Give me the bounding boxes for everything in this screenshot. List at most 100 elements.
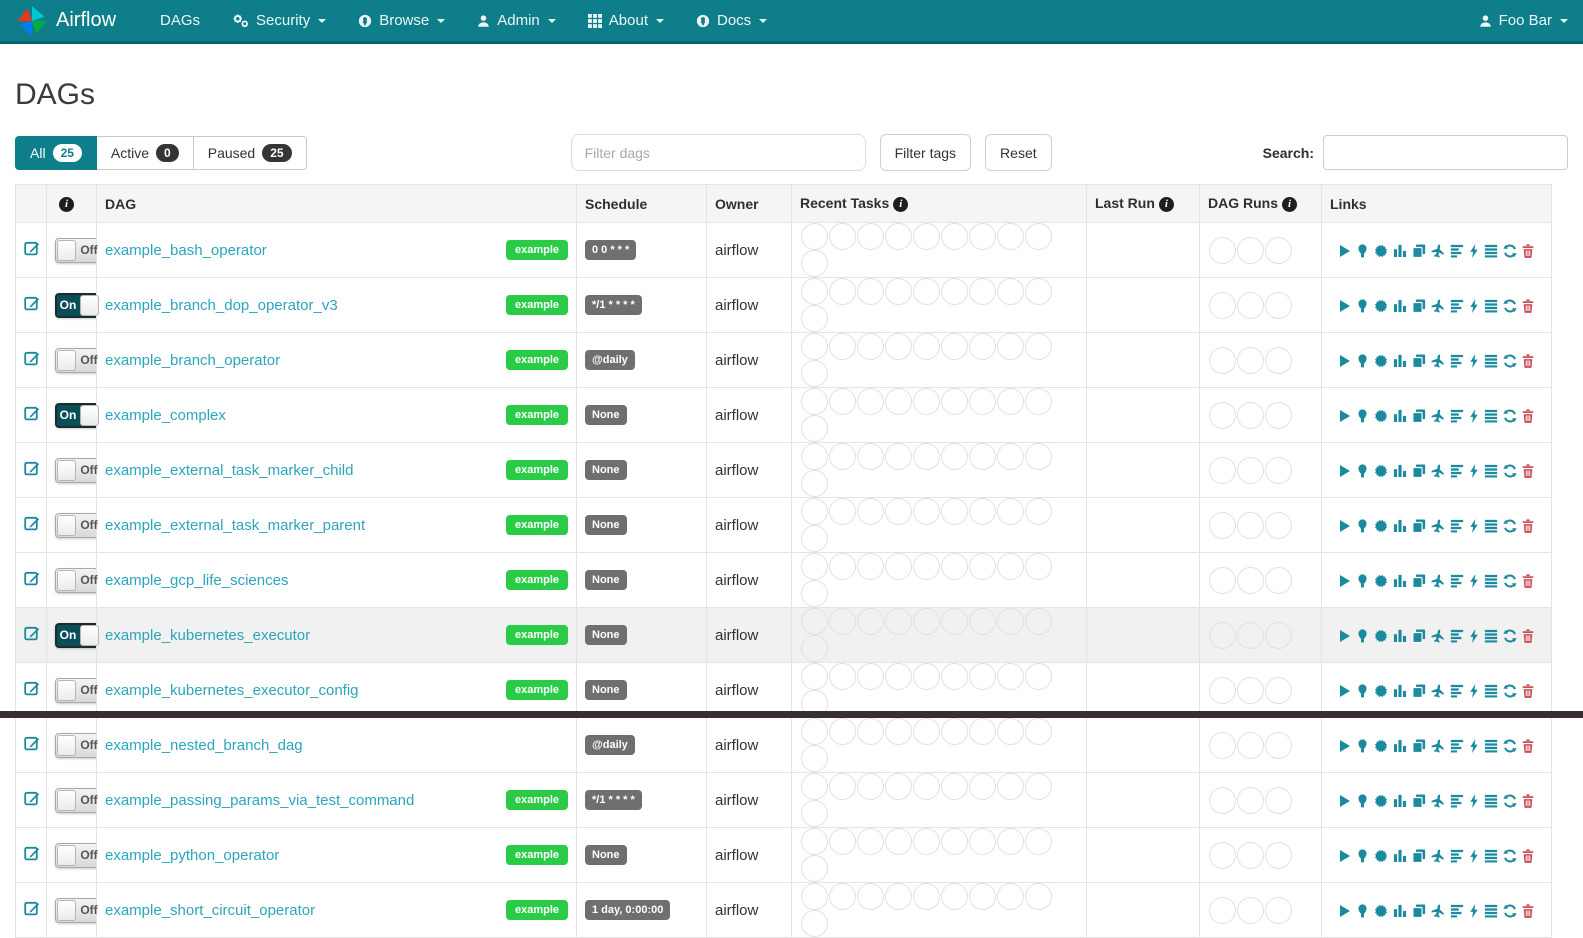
- dag-pause-toggle[interactable]: On: [55, 623, 102, 648]
- edit-dag-icon[interactable]: [24, 680, 40, 696]
- refresh-icon[interactable]: [1503, 849, 1517, 863]
- lightning-icon[interactable]: [1469, 354, 1479, 368]
- dag-name-link[interactable]: example_kubernetes_executor: [105, 627, 506, 644]
- bar-chart-icon[interactable]: [1393, 904, 1407, 917]
- bar-chart-icon[interactable]: [1393, 519, 1407, 532]
- play-icon[interactable]: [1339, 244, 1351, 258]
- plane-icon[interactable]: [1431, 299, 1445, 313]
- gantt-icon[interactable]: [1450, 684, 1464, 698]
- dag-pause-toggle[interactable]: Off: [55, 238, 102, 263]
- play-icon[interactable]: [1339, 794, 1351, 808]
- list-icon[interactable]: [1484, 629, 1498, 643]
- bar-chart-icon[interactable]: [1393, 629, 1407, 642]
- play-icon[interactable]: [1339, 849, 1351, 863]
- tree-icon[interactable]: [1356, 354, 1369, 368]
- nav-item-browse[interactable]: Browse: [342, 0, 461, 41]
- refresh-icon[interactable]: [1503, 684, 1517, 698]
- starburst-icon[interactable]: [1374, 299, 1388, 313]
- play-icon[interactable]: [1339, 299, 1351, 313]
- dag-tag-badge[interactable]: example: [506, 460, 568, 480]
- tree-icon[interactable]: [1356, 739, 1369, 753]
- filter-dags-input[interactable]: [571, 134, 866, 171]
- starburst-icon[interactable]: [1374, 904, 1388, 918]
- user-menu[interactable]: Foo Bar: [1479, 12, 1568, 29]
- bar-chart-icon[interactable]: [1393, 409, 1407, 422]
- gantt-icon[interactable]: [1450, 409, 1464, 423]
- list-icon[interactable]: [1484, 519, 1498, 533]
- dag-name-link[interactable]: example_branch_operator: [105, 352, 506, 369]
- lightning-icon[interactable]: [1469, 629, 1479, 643]
- tree-icon[interactable]: [1356, 904, 1369, 918]
- play-icon[interactable]: [1339, 519, 1351, 533]
- gantt-icon[interactable]: [1450, 794, 1464, 808]
- starburst-icon[interactable]: [1374, 684, 1388, 698]
- list-icon[interactable]: [1484, 299, 1498, 313]
- dag-pause-toggle[interactable]: On: [55, 293, 102, 318]
- dag-tag-badge[interactable]: example: [506, 295, 568, 315]
- search-input[interactable]: [1323, 135, 1568, 170]
- edit-dag-icon[interactable]: [24, 790, 40, 806]
- bar-chart-icon[interactable]: [1393, 574, 1407, 587]
- edit-dag-icon[interactable]: [24, 735, 40, 751]
- play-icon[interactable]: [1339, 739, 1351, 753]
- list-icon[interactable]: [1484, 794, 1498, 808]
- lightning-icon[interactable]: [1469, 409, 1479, 423]
- list-icon[interactable]: [1484, 739, 1498, 753]
- horizontal-scrollbar[interactable]: [0, 711, 1583, 718]
- copy-icon[interactable]: [1412, 849, 1426, 863]
- list-icon[interactable]: [1484, 409, 1498, 423]
- trash-icon[interactable]: [1522, 409, 1534, 423]
- tree-icon[interactable]: [1356, 684, 1369, 698]
- trash-icon[interactable]: [1522, 904, 1534, 918]
- starburst-icon[interactable]: [1374, 629, 1388, 643]
- copy-icon[interactable]: [1412, 464, 1426, 478]
- lightning-icon[interactable]: [1469, 684, 1479, 698]
- lightning-icon[interactable]: [1469, 904, 1479, 918]
- bar-chart-icon[interactable]: [1393, 244, 1407, 257]
- nav-item-dags[interactable]: DAGs: [144, 0, 216, 41]
- refresh-icon[interactable]: [1503, 354, 1517, 368]
- tab-active[interactable]: Active0: [97, 136, 194, 170]
- nav-item-admin[interactable]: Admin: [461, 0, 572, 41]
- dag-tag-badge[interactable]: example: [506, 515, 568, 535]
- nav-item-about[interactable]: About: [572, 0, 680, 41]
- edit-dag-icon[interactable]: [24, 845, 40, 861]
- dag-tag-badge[interactable]: example: [506, 240, 568, 260]
- bar-chart-icon[interactable]: [1393, 299, 1407, 312]
- dag-pause-toggle[interactable]: Off: [55, 843, 102, 868]
- bar-chart-icon[interactable]: [1393, 794, 1407, 807]
- copy-icon[interactable]: [1412, 629, 1426, 643]
- lightning-icon[interactable]: [1469, 464, 1479, 478]
- dag-pause-toggle[interactable]: Off: [55, 678, 102, 703]
- refresh-icon[interactable]: [1503, 904, 1517, 918]
- refresh-icon[interactable]: [1503, 739, 1517, 753]
- refresh-icon[interactable]: [1503, 299, 1517, 313]
- refresh-icon[interactable]: [1503, 629, 1517, 643]
- play-icon[interactable]: [1339, 574, 1351, 588]
- tree-icon[interactable]: [1356, 299, 1369, 313]
- dag-name-link[interactable]: example_short_circuit_operator: [105, 902, 506, 919]
- dag-tag-badge[interactable]: example: [506, 845, 568, 865]
- edit-dag-icon[interactable]: [24, 900, 40, 916]
- plane-icon[interactable]: [1431, 794, 1445, 808]
- nav-item-security[interactable]: Security: [216, 0, 342, 41]
- trash-icon[interactable]: [1522, 464, 1534, 478]
- airflow-brand[interactable]: Airflow: [15, 4, 116, 38]
- bar-chart-icon[interactable]: [1393, 464, 1407, 477]
- trash-icon[interactable]: [1522, 574, 1534, 588]
- plane-icon[interactable]: [1431, 684, 1445, 698]
- dag-name-link[interactable]: example_gcp_life_sciences: [105, 572, 506, 589]
- dag-name-link[interactable]: example_passing_params_via_test_command: [105, 792, 506, 809]
- edit-dag-icon[interactable]: [24, 240, 40, 256]
- tree-icon[interactable]: [1356, 574, 1369, 588]
- bar-chart-icon[interactable]: [1393, 354, 1407, 367]
- dag-name-link[interactable]: example_bash_operator: [105, 242, 506, 259]
- copy-icon[interactable]: [1412, 684, 1426, 698]
- dag-name-link[interactable]: example_nested_branch_dag: [105, 737, 568, 754]
- trash-icon[interactable]: [1522, 739, 1534, 753]
- play-icon[interactable]: [1339, 464, 1351, 478]
- trash-icon[interactable]: [1522, 244, 1534, 258]
- gantt-icon[interactable]: [1450, 574, 1464, 588]
- tree-icon[interactable]: [1356, 409, 1369, 423]
- dag-name-link[interactable]: example_kubernetes_executor_config: [105, 682, 506, 699]
